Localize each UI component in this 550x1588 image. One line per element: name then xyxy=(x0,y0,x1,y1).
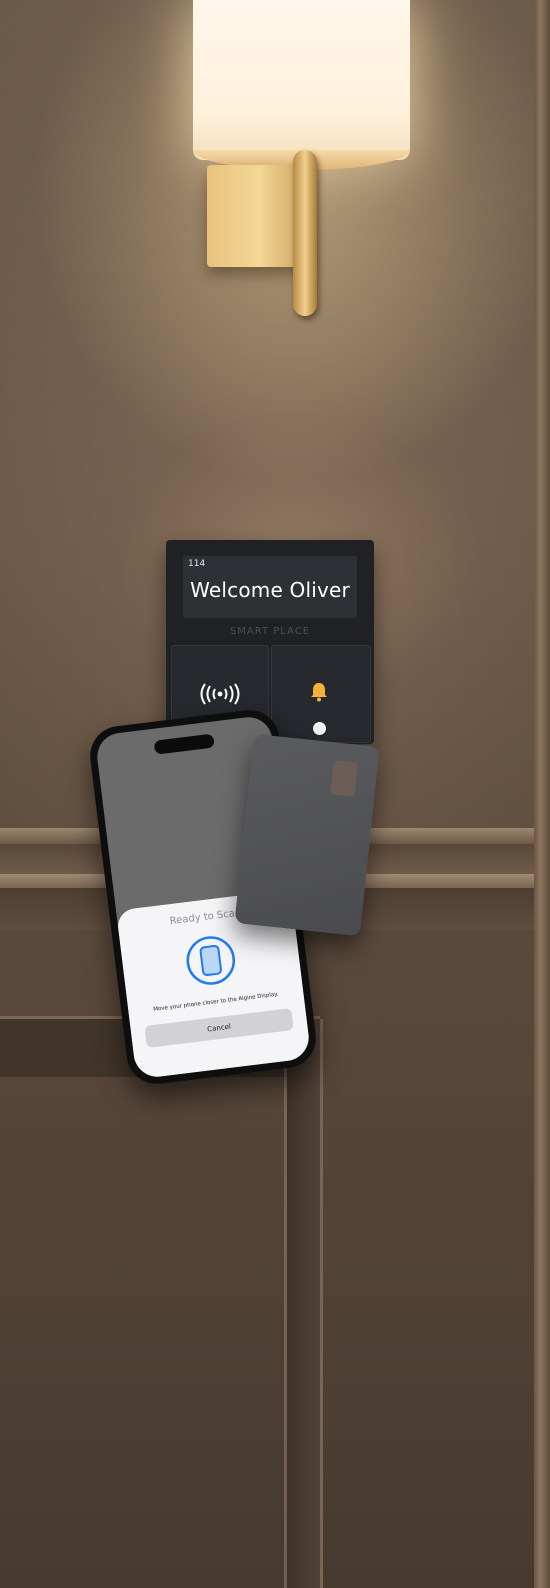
lamp-shade xyxy=(193,0,410,160)
brand-logo: SMART PLACE xyxy=(229,626,311,637)
phone-scan-icon xyxy=(186,936,236,985)
dynamic-island xyxy=(153,733,215,755)
wall-trim xyxy=(534,0,550,1588)
card-chip xyxy=(330,760,358,797)
status-indicator-dot xyxy=(313,722,326,735)
welcome-message: Welcome Oliver xyxy=(190,578,350,602)
room-number: 114 xyxy=(188,559,206,569)
lamp-arm xyxy=(293,150,317,316)
cancel-button[interactable]: Cancel xyxy=(144,1008,294,1048)
bell-icon xyxy=(311,683,327,702)
key-card xyxy=(234,733,380,937)
nfc-icon xyxy=(200,683,240,705)
